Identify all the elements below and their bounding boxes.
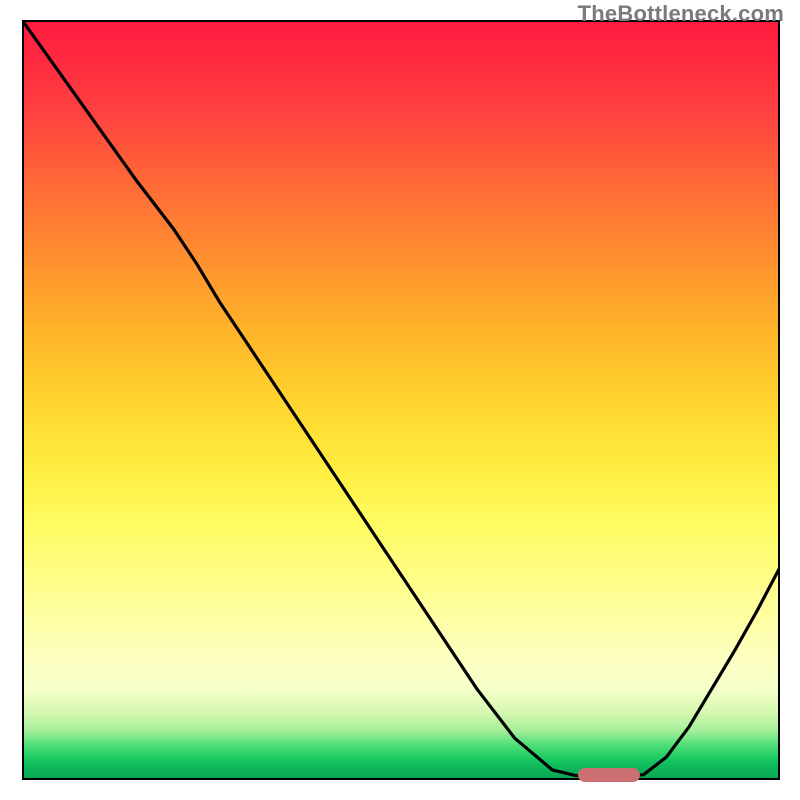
plot-area [22,20,780,780]
chart-stage: TheBottleneck.com [0,0,800,800]
bottleneck-curve [22,20,780,780]
watermark-text: TheBottleneck.com [578,1,784,27]
optimal-point-marker-icon [578,768,640,782]
